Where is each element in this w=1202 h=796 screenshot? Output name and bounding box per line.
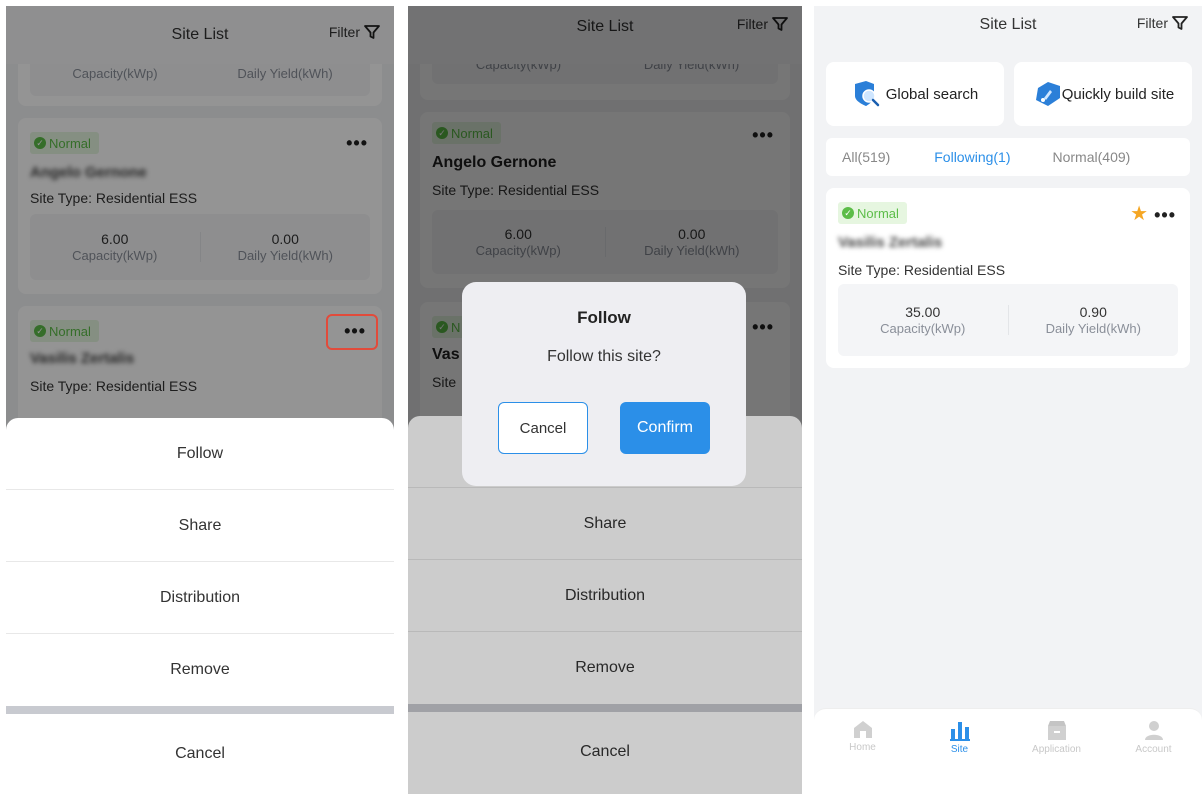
- filter-icon: [1172, 16, 1188, 30]
- tabbar-application[interactable]: Application: [1008, 709, 1105, 794]
- capacity-value: 35.00: [905, 304, 941, 320]
- tab-all[interactable]: All(519): [842, 149, 890, 165]
- more-icon[interactable]: •••: [1154, 206, 1176, 224]
- tabbar-account-label: Account: [1135, 744, 1172, 755]
- site-type: Site Type: Residential ESS: [838, 262, 1006, 278]
- tab-normal[interactable]: Normal(409): [1053, 149, 1131, 165]
- global-search-button[interactable]: Global search: [826, 62, 1004, 126]
- status-badge: ✓ Normal: [838, 202, 907, 224]
- filter-tabs: All(519) Following(1) Normal(409): [826, 138, 1190, 176]
- share-option[interactable]: Share: [6, 490, 394, 562]
- global-search-label: Global search: [885, 85, 979, 103]
- cancel-option[interactable]: Cancel: [6, 714, 394, 794]
- bottom-tab-bar: Home Site Application Account: [814, 708, 1202, 794]
- rocket-icon: [1032, 80, 1060, 108]
- capacity-label: Capacity(kWp): [880, 321, 966, 336]
- sheet-separator: [6, 706, 394, 714]
- site-card[interactable]: ✓ Normal ★ ••• Vasilis Zertalis Site Type…: [826, 188, 1190, 368]
- tabbar-site[interactable]: Site: [911, 709, 1008, 794]
- user-icon: [1144, 721, 1163, 740]
- screen-action-sheet: Site List Filter Capacity(kWp) Daily Yie…: [6, 6, 394, 794]
- remove-option[interactable]: Remove: [6, 634, 394, 706]
- highlight-box: [326, 314, 378, 350]
- home-icon: [853, 721, 872, 738]
- tab-following[interactable]: Following(1): [934, 149, 1010, 165]
- tabbar-site-label: Site: [950, 744, 969, 755]
- box-icon: [1047, 721, 1066, 740]
- dialog-title: Follow: [577, 308, 631, 327]
- tabbar-home[interactable]: Home: [814, 709, 911, 794]
- screen-follow-dialog: Site List Filter Capacity(kWp) Daily Yie…: [408, 6, 802, 794]
- yield-value: 0.90: [1079, 304, 1107, 320]
- site-name: Vasilis Zertalis: [838, 234, 943, 251]
- tabbar-home-label: Home: [849, 742, 876, 753]
- search-icon: [852, 80, 880, 108]
- follow-dialog: Follow Follow this site? Cancel Confirm: [462, 282, 746, 486]
- action-sheet: Follow Share Distribution Remove Cancel: [6, 418, 394, 794]
- star-icon[interactable]: ★: [1130, 204, 1148, 224]
- nav-bar: Site List Filter: [814, 6, 1202, 54]
- filter-label: Filter: [1136, 15, 1168, 31]
- check-icon: ✓: [842, 207, 854, 219]
- follow-option[interactable]: Follow: [6, 418, 394, 490]
- tabbar-application-label: Application: [1032, 744, 1081, 755]
- filter-button[interactable]: Filter: [1137, 15, 1188, 31]
- tabbar-account[interactable]: Account: [1105, 709, 1202, 794]
- bar-chart-icon: [949, 722, 970, 741]
- screen-following-list: Site List Filter Global search Quickly b…: [814, 6, 1202, 794]
- dialog-message: Follow this site?: [547, 348, 661, 365]
- quick-build-button[interactable]: Quickly build site: [1014, 62, 1192, 126]
- distribution-option[interactable]: Distribution: [6, 562, 394, 634]
- dialog-confirm-button[interactable]: Confirm: [620, 402, 710, 454]
- site-stats: 35.00 Capacity(kWp) 0.90 Daily Yield(kWh): [838, 284, 1178, 356]
- quick-build-label: Quickly build site: [1061, 85, 1175, 103]
- yield-label: Daily Yield(kWh): [1045, 321, 1141, 336]
- dialog-cancel-button[interactable]: Cancel: [498, 402, 588, 454]
